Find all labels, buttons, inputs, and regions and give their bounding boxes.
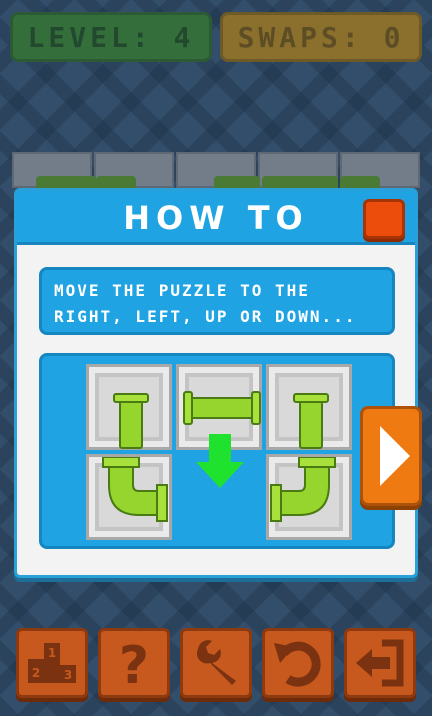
dialog-header: HOW TO xyxy=(17,191,415,245)
exit-button[interactable] xyxy=(344,628,416,698)
svg-text:?: ? xyxy=(119,636,149,691)
dialog-title: HOW TO xyxy=(123,199,309,237)
wrench-icon xyxy=(196,640,236,685)
settings-button[interactable] xyxy=(180,628,252,698)
undo-icon xyxy=(274,641,321,687)
arrow-right-icon xyxy=(380,426,410,486)
leaderboard-button[interactable]: 1 2 3 xyxy=(16,628,88,698)
close-button[interactable] xyxy=(363,199,405,239)
help-button[interactable]: ? xyxy=(98,628,170,698)
svg-text:2: 2 xyxy=(32,666,40,680)
demo-tile xyxy=(86,454,172,540)
instruction-line-1: MOVE THE PUZZLE TO THE xyxy=(54,281,310,300)
podium-icon: 1 2 3 xyxy=(28,643,76,683)
exit-icon xyxy=(356,639,404,687)
instruction-box: MOVE THE PUZZLE TO THE RIGHT, LEFT, UP O… xyxy=(39,267,395,335)
next-button[interactable] xyxy=(360,406,422,506)
demo-tile xyxy=(86,364,172,450)
svg-text:3: 3 xyxy=(64,668,72,682)
undo-button[interactable] xyxy=(262,628,334,698)
demo-puzzle xyxy=(39,353,395,549)
svg-text:1: 1 xyxy=(48,646,56,660)
demo-tile xyxy=(266,454,352,540)
how-to-dialog: HOW TO MOVE THE PUZZLE TO THE RIGHT, LEF… xyxy=(14,188,418,578)
instruction-line-2: RIGHT, LEFT, UP OR DOWN... xyxy=(54,307,357,326)
elbow-pipe xyxy=(102,457,168,522)
elbow-pipe xyxy=(270,457,336,522)
demo-tile xyxy=(266,364,352,450)
question-icon: ? xyxy=(119,636,149,691)
